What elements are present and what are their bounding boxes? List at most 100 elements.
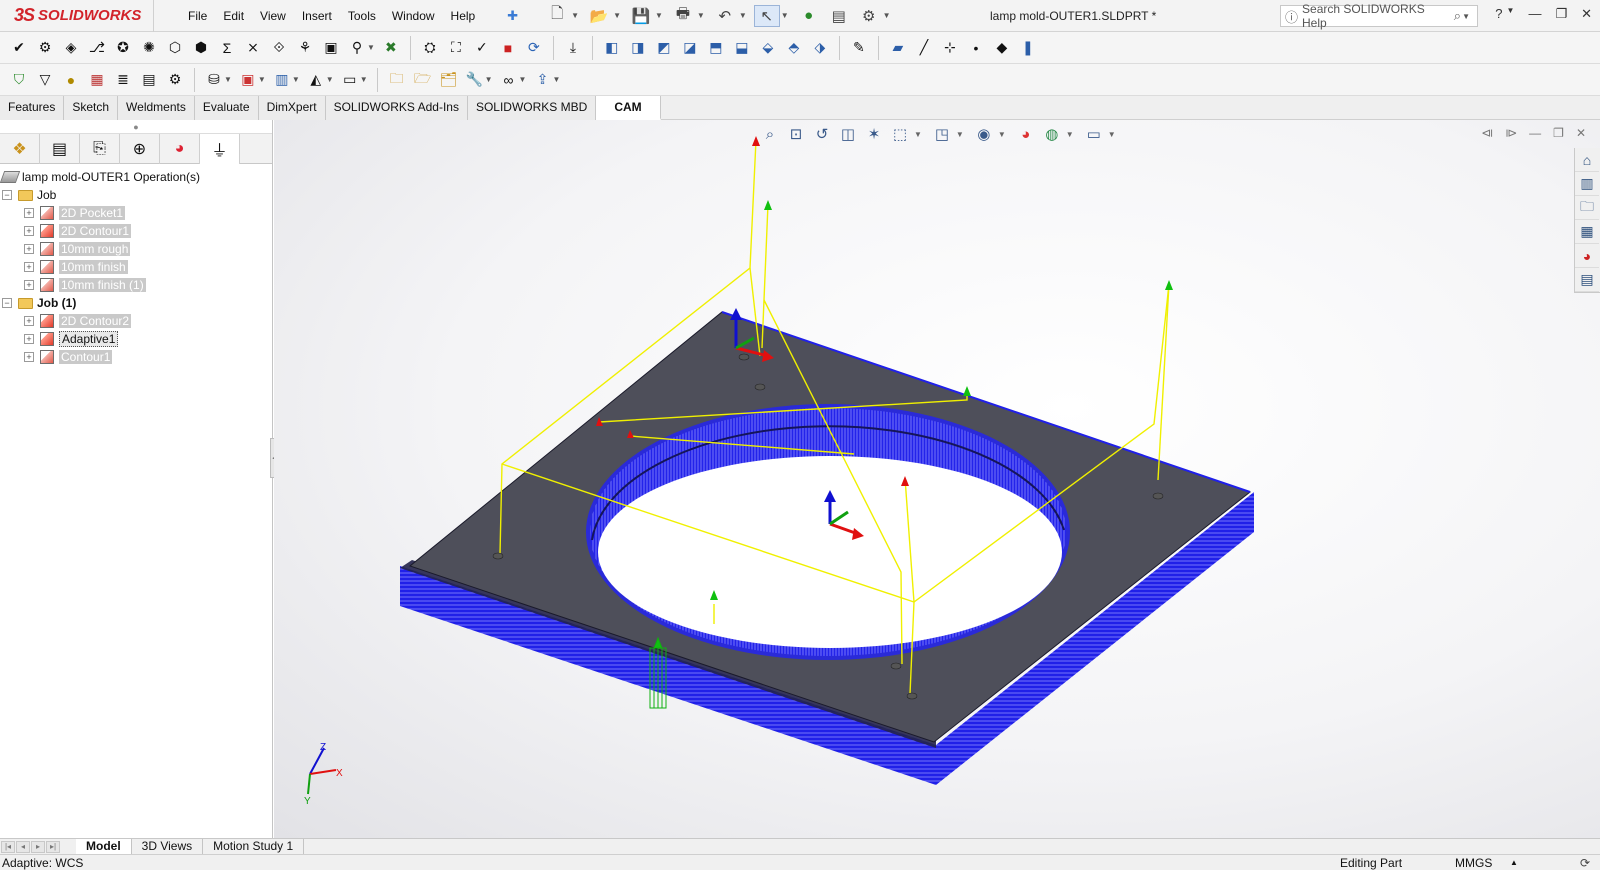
wrench-caret-icon[interactable]: ▼ [485, 75, 493, 84]
expand-icon[interactable]: + [24, 316, 34, 326]
mate-reference-icon[interactable]: ◆ [989, 35, 1015, 61]
tab-propertymanager-icon[interactable]: ▤ [40, 134, 80, 164]
tab-sketch[interactable]: Sketch [64, 96, 119, 120]
line-icon[interactable]: ╱ [911, 35, 937, 61]
link-caret-icon[interactable]: ▼ [519, 75, 527, 84]
print-caret-icon[interactable]: ▼ [697, 11, 705, 20]
tab-dimxpertmanager-icon[interactable]: ⊕ [120, 134, 160, 164]
table-icon[interactable]: ▦ [84, 67, 110, 93]
help-caret-icon[interactable]: ▼ [1507, 6, 1515, 22]
feature-recognition-icon[interactable]: ✺ [136, 35, 162, 61]
tree-operation[interactable]: + 2D Pocket1 [2, 204, 272, 222]
settings-icon[interactable]: ⚙ [162, 67, 188, 93]
folder-cam-icon[interactable]: 🗂 [436, 67, 462, 93]
view-front-icon[interactable]: ◧ [599, 35, 625, 61]
menu-view[interactable]: View [252, 4, 294, 28]
undo-icon[interactable]: ↶ [712, 5, 738, 27]
traffic-light-icon[interactable]: ● [796, 5, 822, 27]
menu-help[interactable]: Help [443, 4, 484, 28]
expand-icon[interactable]: + [24, 244, 34, 254]
setup-sheet-icon[interactable]: ▣ [318, 35, 344, 61]
prev-tab-icon[interactable]: ◂ [16, 840, 30, 853]
insert-operation-icon[interactable]: ⛭ [417, 35, 443, 61]
solidworks-logo[interactable]: 3S SOLIDWORKS [0, 0, 154, 32]
open-folder-icon[interactable]: 📂 [586, 5, 612, 27]
folder-icon[interactable]: 🗁 [410, 67, 436, 93]
menu-insert[interactable]: Insert [294, 4, 340, 28]
select-caret-icon[interactable]: ▼ [781, 11, 789, 20]
spell-check-icon[interactable]: ✔ [6, 35, 32, 61]
menu-window[interactable]: Window [384, 4, 443, 28]
tree-operation[interactable]: + 2D Contour1 [2, 222, 272, 240]
tab-model[interactable]: Model [76, 838, 132, 855]
collapse-icon[interactable]: − [2, 298, 12, 308]
generate-toolpath-icon[interactable]: ⬢ [188, 35, 214, 61]
first-tab-icon[interactable]: |◂ [1, 840, 15, 853]
unit-caret-icon[interactable]: ▲ [1510, 855, 1518, 870]
tree-operation[interactable]: + Contour1 [2, 348, 272, 366]
new-document-icon[interactable]: 🗋 [544, 5, 570, 27]
simulate-icon[interactable]: ⨯ [240, 35, 266, 61]
sketch-plane-icon[interactable]: ▰ [885, 35, 911, 61]
options-caret-icon[interactable]: ▼ [883, 11, 891, 20]
graphics-area[interactable]: ⌕ ⊡ ↺ ◫ ✶ ⬚ ▼ ◳ ▼ ◉ ▼ ◕ ◍ ▼ ▭ ▼ ⧏ ⧐ — ❐ ✕ ⌂ ▥… [274, 120, 1600, 838]
layer-caret-icon[interactable]: ▼ [326, 75, 334, 84]
measure-icon[interactable]: ✎ [846, 35, 872, 61]
step-through-icon[interactable]: ⟐ [266, 35, 292, 61]
new-caret-icon[interactable]: ▼ [571, 11, 579, 20]
rotate-icon[interactable]: ⟳ [521, 35, 547, 61]
menu-tools[interactable]: Tools [340, 4, 384, 28]
help-search-box[interactable]: ⓘ Search SOLIDWORKS Help ⌕ ▼ [1280, 2, 1478, 30]
tree-operation[interactable]: + 10mm finish (1) [2, 276, 272, 294]
help-icon[interactable]: ? [1495, 6, 1502, 22]
rebuild-icon[interactable]: ⛉ [6, 67, 32, 93]
stock-icon[interactable]: ◈ [58, 35, 84, 61]
options-tb-caret-icon[interactable]: ▼ [367, 43, 375, 52]
tab-motion-study[interactable]: Motion Study 1 [203, 838, 305, 855]
minimize-icon[interactable]: — [1528, 6, 1541, 22]
filter-icon[interactable]: ▽ [32, 67, 58, 93]
restore-icon[interactable]: ❐ [1555, 6, 1567, 22]
view-dimetric-icon[interactable]: ⬘ [781, 35, 807, 61]
save-icon[interactable]: 💾 [628, 5, 654, 27]
view-top-icon[interactable]: ⬒ [703, 35, 729, 61]
expand-icon[interactable]: + [24, 352, 34, 362]
check-icon[interactable]: ✓ [469, 35, 495, 61]
delete-icon[interactable]: ✖ [378, 35, 404, 61]
view-back-icon[interactable]: ◨ [625, 35, 651, 61]
export-caret-icon[interactable]: ▼ [552, 75, 560, 84]
chart-caret-icon[interactable]: ▼ [292, 75, 300, 84]
tree-operation[interactable]: + 10mm finish [2, 258, 272, 276]
define-machine-icon[interactable]: ⚙ [32, 35, 58, 61]
tree-operation[interactable]: + 2D Contour2 [2, 312, 272, 330]
coordinate-system-icon[interactable]: ⊹ [937, 35, 963, 61]
tab-cam[interactable]: CAM [596, 96, 661, 120]
panel-grip[interactable]: ● [0, 120, 272, 134]
tab-3d-views[interactable]: 3D Views [132, 838, 204, 855]
select-pointer-icon[interactable]: ↖ [753, 4, 780, 27]
view-iso-icon[interactable]: ⬙ [755, 35, 781, 61]
next-tab-icon[interactable]: ▸ [31, 840, 45, 853]
tab-evaluate[interactable]: Evaluate [194, 96, 259, 120]
assembly-caret-icon[interactable]: ▼ [258, 75, 266, 84]
view-bottom-icon[interactable]: ⬓ [729, 35, 755, 61]
close-icon[interactable]: ✕ [1581, 6, 1592, 22]
generate-plan-icon[interactable]: ⬡ [162, 35, 188, 61]
tab-solidworks-mbd[interactable]: SOLIDWORKS MBD [467, 96, 597, 120]
tool-library-icon[interactable]: ✪ [110, 35, 136, 61]
post-process-icon[interactable]: ⚘ [292, 35, 318, 61]
status-help-icon[interactable]: ⟳ [1580, 855, 1590, 870]
expand-icon[interactable]: + [24, 280, 34, 290]
tab-featuremanager-icon[interactable]: ❖ [0, 134, 40, 164]
document-icon[interactable]: ▤ [136, 67, 162, 93]
tab-features[interactable]: Features [0, 96, 65, 120]
expand-icon[interactable]: + [24, 262, 34, 272]
help-search-input[interactable]: Search SOLIDWORKS Help [1302, 2, 1450, 30]
menu-edit[interactable]: Edit [215, 4, 252, 28]
expand-icon[interactable]: + [24, 208, 34, 218]
sheet-caret-icon[interactable]: ▼ [360, 75, 368, 84]
collapse-icon[interactable]: − [2, 190, 12, 200]
curve-icon[interactable]: ❚ [1015, 35, 1041, 61]
menu-file[interactable]: File [180, 4, 215, 28]
search-caret-icon[interactable]: ▼ [1462, 12, 1470, 21]
